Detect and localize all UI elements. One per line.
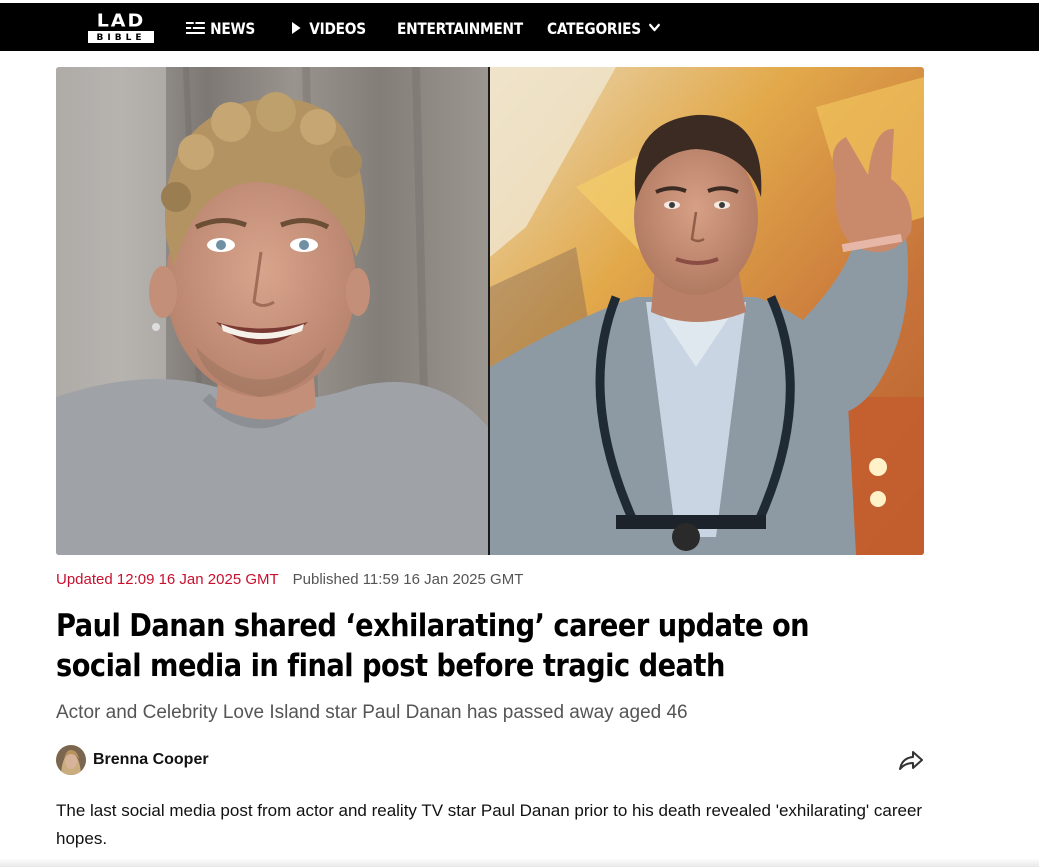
nav-news-label: NEWS	[210, 18, 256, 38]
top-navigation-bar: LAD BIBLE NEWS VIDEOS ENTERTAINMENT CATE…	[0, 0, 1039, 51]
article-headline: Paul Danan shared ‘exhilarating’ career …	[56, 608, 810, 684]
play-icon	[292, 22, 301, 34]
nav-news[interactable]: NEWS	[186, 17, 255, 39]
author-name[interactable]: Brenna Cooper	[93, 751, 209, 769]
nav-entertainment[interactable]: ENTERTAINMENT	[397, 17, 523, 39]
published-timestamp: Published 11:59 16 Jan 2025 GMT	[292, 571, 524, 588]
logo-wordmark-top: LAD	[96, 10, 146, 32]
article-body-paragraph: The last social media post from actor an…	[56, 801, 923, 848]
chevron-down-icon	[649, 23, 661, 33]
article-dates: Updated 12:09 16 Jan 2025 GMT Published 1…	[56, 571, 523, 588]
logo-wordmark-bottom: BIBLE	[88, 31, 154, 43]
nav-entertainment-label: ENTERTAINMENT	[397, 18, 523, 38]
nav-videos-label: VIDEOS	[309, 18, 366, 38]
nav-videos[interactable]: VIDEOS	[292, 17, 366, 39]
share-button[interactable]	[897, 748, 925, 772]
article-standfirst: Actor and Celebrity Love Island star Pau…	[56, 702, 688, 723]
nav-categories-label: CATEGORIES	[547, 18, 641, 38]
article-hero-image	[56, 67, 924, 555]
nav-categories[interactable]: CATEGORIES	[547, 17, 661, 39]
share-arrow-icon	[897, 751, 925, 776]
author-avatar[interactable]	[56, 745, 86, 775]
news-lines-icon	[186, 21, 205, 35]
updated-timestamp: Updated 12:09 16 Jan 2025 GMT	[56, 571, 279, 588]
page-bottom-edge	[0, 858, 1039, 867]
ladbible-logo[interactable]: LAD BIBLE	[88, 12, 154, 45]
